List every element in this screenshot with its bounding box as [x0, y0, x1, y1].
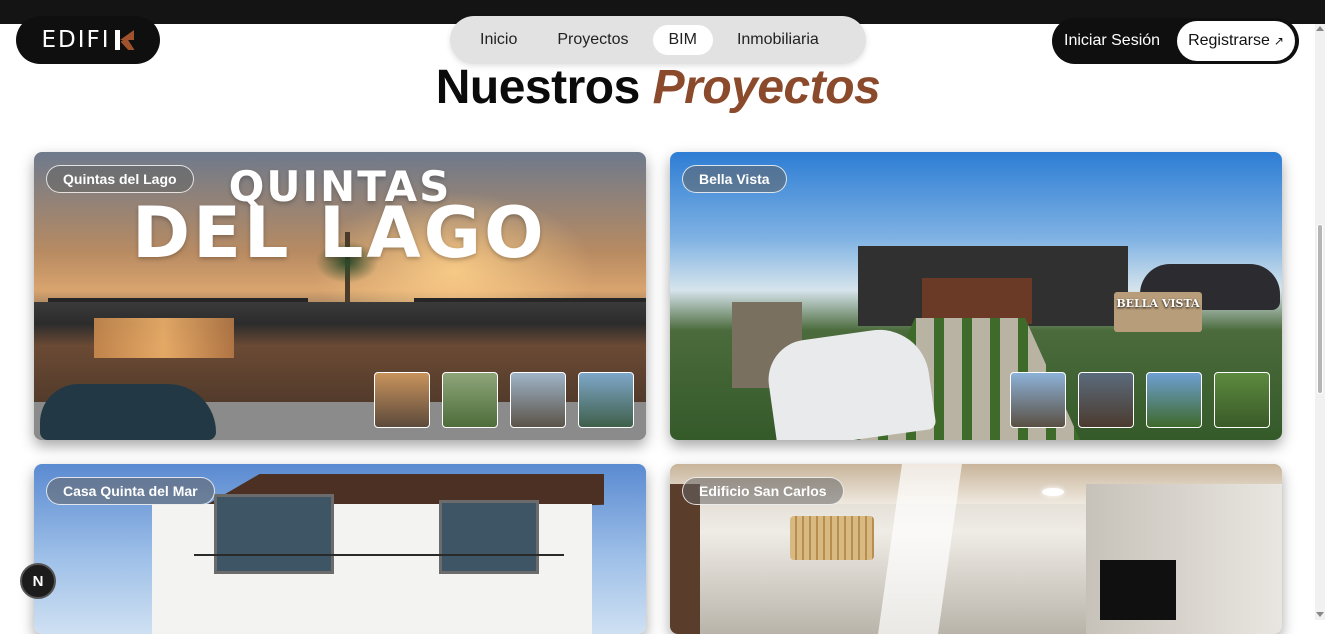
- wood-panel: [670, 484, 700, 634]
- scroll-down-icon[interactable]: [1316, 612, 1324, 617]
- house-window: [439, 500, 539, 574]
- project-card-casa-quinta-del-mar[interactable]: Casa Quinta del Mar: [34, 464, 646, 634]
- thumbnail-strip: [1010, 372, 1270, 428]
- brand-logo[interactable]: EDIFI: [16, 16, 160, 64]
- project-card-quintas-del-lago[interactable]: QUINTAS DEL LAGO Quintas del Lago: [34, 152, 646, 440]
- gallery-thumbnail[interactable]: [510, 372, 566, 428]
- thumbnail-strip: [374, 372, 634, 428]
- television: [1100, 560, 1176, 620]
- floating-action-button[interactable]: N: [20, 563, 56, 599]
- section-title: Nuestros Proyectos: [0, 60, 1316, 115]
- gallery-thumbnail[interactable]: [578, 372, 634, 428]
- logo-k-mark-icon: [114, 30, 135, 50]
- gallery-thumbnail[interactable]: [1146, 372, 1202, 428]
- bella-vista-sign: BELLA VISTA: [1114, 292, 1202, 332]
- gallery-thumbnail[interactable]: [1214, 372, 1270, 428]
- auth-group: Iniciar Sesión Registrarse ↗: [1052, 18, 1299, 64]
- hero-title-line2: DEL LAGO: [132, 192, 547, 274]
- nav-item-inicio[interactable]: Inicio: [464, 25, 533, 55]
- gallery-thumbnail[interactable]: [374, 372, 430, 428]
- register-label: Registrarse: [1188, 32, 1270, 49]
- gallery-thumbnail[interactable]: [1010, 372, 1066, 428]
- chandelier: [790, 516, 874, 560]
- section-title-accent: Proyectos: [652, 61, 881, 114]
- scroll-up-icon[interactable]: [1316, 26, 1324, 31]
- facade-lighting: [94, 318, 234, 358]
- sign-text: BELLA VISTA: [1116, 297, 1200, 310]
- gallery-thumbnail[interactable]: [442, 372, 498, 428]
- gallery-thumbnail[interactable]: [1078, 372, 1134, 428]
- project-name-badge: Edificio San Carlos: [682, 477, 844, 505]
- nav-item-inmobiliaria[interactable]: Inmobiliaria: [721, 25, 835, 55]
- house-window: [214, 494, 334, 574]
- project-card-edificio-san-carlos[interactable]: Edificio San Carlos: [670, 464, 1282, 634]
- car-image: [40, 384, 216, 440]
- nav-item-proyectos[interactable]: Proyectos: [541, 25, 644, 55]
- nav-item-bim[interactable]: BIM: [652, 25, 713, 55]
- wooden-gate: [922, 278, 1032, 324]
- balcony-railing: [194, 554, 564, 556]
- section-title-main: Nuestros: [435, 61, 641, 114]
- project-name-badge: Bella Vista: [682, 165, 787, 193]
- brand-wordmark: EDIFI: [41, 27, 111, 53]
- project-name-badge: Casa Quinta del Mar: [46, 477, 215, 505]
- register-button[interactable]: Registrarse ↗: [1177, 21, 1295, 61]
- main-nav: Inicio Proyectos BIM Inmobiliaria: [450, 16, 866, 64]
- project-name-badge: Quintas del Lago: [46, 165, 194, 193]
- page-scrollbar[interactable]: [1315, 24, 1325, 620]
- scrollbar-thumb[interactable]: [1317, 224, 1323, 394]
- login-link[interactable]: Iniciar Sesión: [1064, 32, 1160, 50]
- project-card-bella-vista[interactable]: BELLA VISTA Bella Vista: [670, 152, 1282, 440]
- ceiling-light: [1042, 488, 1064, 496]
- arrow-up-right-icon: ↗: [1273, 34, 1284, 48]
